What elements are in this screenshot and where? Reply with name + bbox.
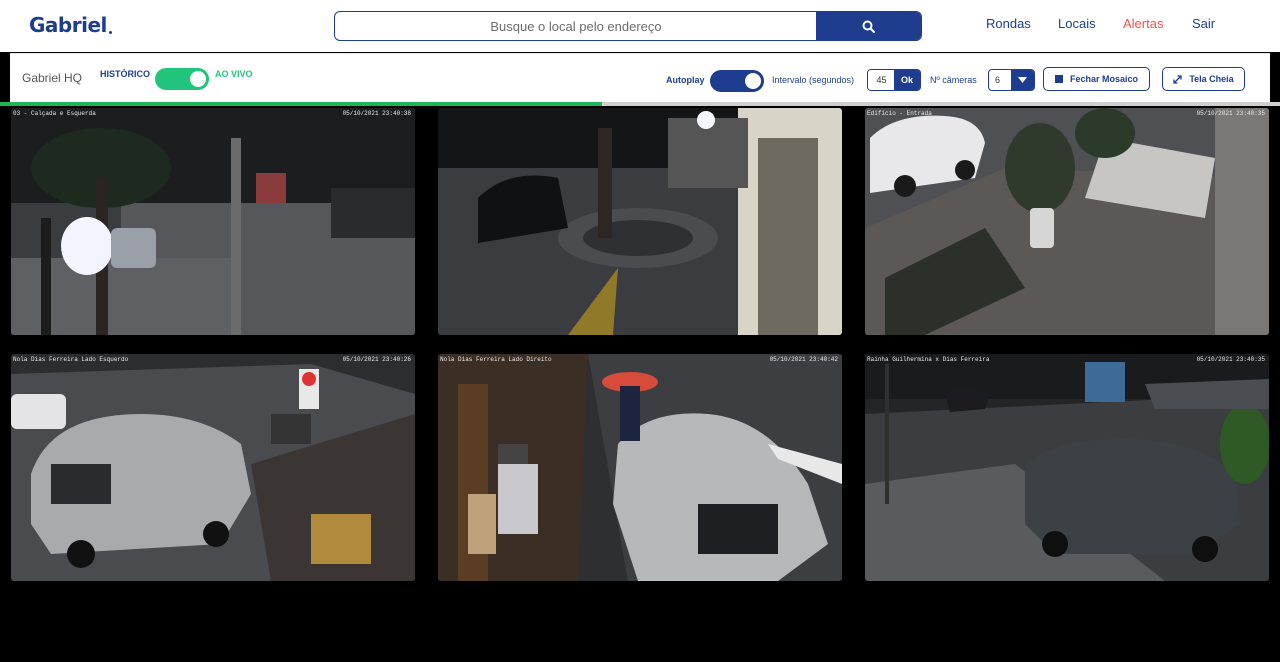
camera-tile[interactable]: Rainha Guilhermina x Dias Ferreira 05/10…: [865, 354, 1269, 581]
expand-icon: [1173, 74, 1182, 84]
autoplay-progress-fill: [0, 102, 602, 106]
live-toggle[interactable]: [155, 68, 209, 90]
nav-sair[interactable]: Sair: [1192, 16, 1215, 31]
camera-feed-image: [11, 354, 415, 581]
cameras-count-label: Nº câmeras: [930, 75, 977, 85]
camera-tile[interactable]: 03 - Calçada e Esquerda 05/10/2021 23:40…: [11, 108, 415, 335]
interval-ok-button[interactable]: Ok: [894, 70, 920, 90]
autoplay-toggle-knob: [745, 73, 761, 89]
search-button[interactable]: [816, 12, 921, 40]
nav-rondas[interactable]: Rondas: [986, 16, 1031, 31]
historico-label[interactable]: HISTÓRICO: [100, 69, 150, 79]
camera-title: Nola Dias Ferreira Lado Direito: [440, 356, 552, 363]
camera-tile[interactable]: Nola Dias Ferreira Lado Direito 05/10/20…: [438, 354, 842, 581]
chevron-down-icon: [1011, 70, 1034, 90]
camera-title: 03 - Calçada e Esquerda: [13, 110, 96, 117]
brand-logo[interactable]: Gabriel: [29, 13, 112, 37]
brand-dot: [108, 31, 112, 34]
brand-name: Gabriel: [29, 13, 107, 37]
camera-timestamp: 05/10/2021 23:40:38: [342, 110, 411, 117]
cameras-count-select[interactable]: 6: [988, 69, 1035, 91]
location-name: Gabriel HQ: [22, 71, 83, 85]
autoplay-label: Autoplay: [666, 75, 705, 85]
camera-title: Edifício - Entrada: [867, 110, 932, 117]
camera-title: Rainha Guilhermina x Dias Ferreira: [867, 356, 990, 363]
camera-feed-image: [865, 354, 1269, 581]
interval-input[interactable]: [868, 70, 895, 90]
camera-feed-image: [865, 108, 1269, 335]
camera-feed-image: [438, 354, 842, 581]
camera-tile[interactable]: Nola Dias Ferreira Lado Esquerdo 05/10/2…: [11, 354, 415, 581]
camera-feed-image: [438, 108, 842, 335]
cameras-count-value: 6: [995, 75, 1001, 85]
address-search: [334, 11, 922, 41]
nav-alertas[interactable]: Alertas: [1123, 16, 1163, 31]
search-icon: [862, 20, 875, 33]
fullscreen-button[interactable]: Tela Cheia: [1162, 67, 1245, 91]
camera-timestamp: 05/10/2021 23:40:35: [1196, 110, 1265, 117]
camera-timestamp: 05/10/2021 23:40:42: [769, 356, 838, 363]
camera-timestamp: 05/10/2021 23:40:35: [1196, 356, 1265, 363]
camera-tile[interactable]: [438, 108, 842, 335]
top-header: Gabriel Rondas Locais Alertas Sair: [0, 0, 1280, 52]
camera-feed-image: [11, 108, 415, 335]
camera-timestamp: 05/10/2021 23:40:26: [342, 356, 411, 363]
address-search-input[interactable]: [335, 12, 817, 40]
live-toggle-knob: [190, 71, 206, 87]
mosaic-control-bar: Gabriel HQ HISTÓRICO AO VIVO Autoplay In…: [10, 53, 1270, 103]
camera-tile[interactable]: Edifício - Entrada 05/10/2021 23:40:35: [865, 108, 1269, 335]
interval-field-group: Ok: [867, 69, 921, 91]
close-mosaic-label: Fechar Mosaico: [1069, 74, 1139, 84]
autoplay-toggle[interactable]: [710, 70, 764, 92]
fullscreen-label: Tela Cheia: [1189, 74, 1234, 84]
nav-locais[interactable]: Locais: [1058, 16, 1096, 31]
ao-vivo-label[interactable]: AO VIVO: [215, 69, 253, 79]
interval-label: Intervalo (segundos): [772, 75, 855, 85]
autoplay-progress-bar: [0, 102, 1280, 106]
stop-square-icon: [1054, 75, 1063, 83]
close-mosaic-button[interactable]: Fechar Mosaico: [1043, 67, 1150, 91]
camera-title: Nola Dias Ferreira Lado Esquerdo: [13, 356, 129, 363]
